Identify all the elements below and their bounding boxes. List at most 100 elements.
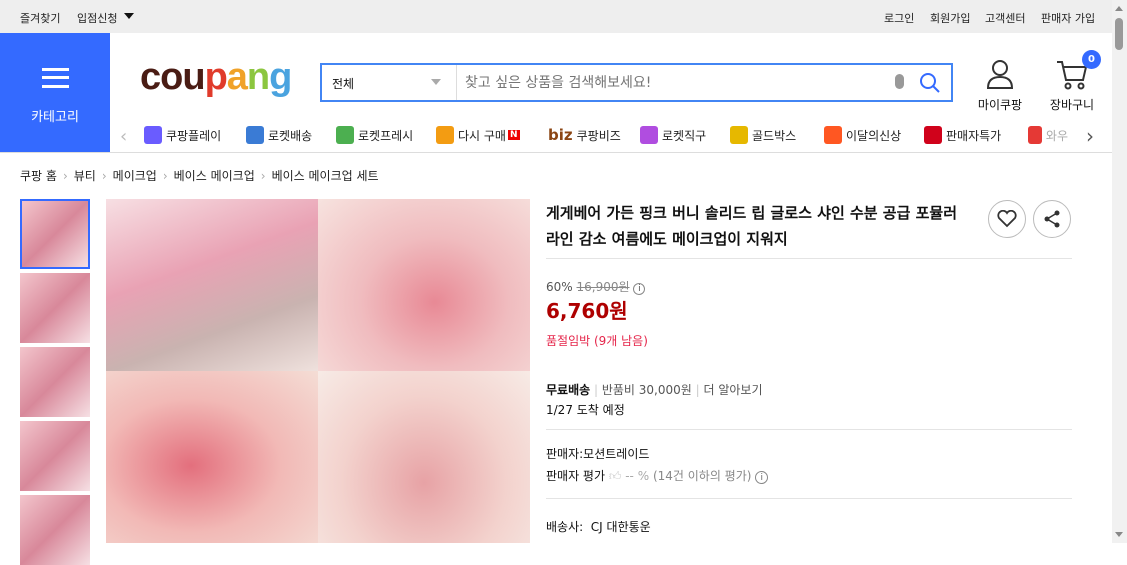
- product-main-image[interactable]: [106, 199, 530, 543]
- product-thumbnail[interactable]: [20, 273, 90, 343]
- scroll-down-icon[interactable]: [1115, 532, 1123, 537]
- nav-item[interactable]: 로켓프레시: [336, 126, 413, 144]
- learn-more-link[interactable]: 더 알아보기: [703, 383, 762, 397]
- scroll-up-icon[interactable]: [1115, 6, 1123, 11]
- nav-prev-icon[interactable]: ‹: [120, 126, 127, 147]
- nav-item-label: 로켓프레시: [358, 128, 414, 143]
- nav-item[interactable]: 쿠팡플레이: [144, 126, 221, 144]
- menu-icon: [42, 68, 69, 88]
- nav-item[interactable]: 와우: [1028, 126, 1068, 144]
- cart-count-badge: 0: [1082, 50, 1101, 69]
- signup-link[interactable]: 회원가입: [930, 10, 970, 26]
- swatch-photo: [318, 199, 530, 371]
- original-price: 16,900원: [576, 280, 630, 294]
- chevron-right-icon: ›: [260, 169, 266, 183]
- return-fee: 반품비 30,000원: [601, 383, 692, 397]
- category-button[interactable]: 카테고리: [0, 33, 110, 152]
- stock-status: 품절임박 (9개 남음): [546, 334, 648, 348]
- scrollbar-thumb[interactable]: [1115, 18, 1123, 50]
- nav-item[interactable]: 다시 구매 N: [436, 126, 520, 144]
- nav-item[interactable]: 로켓직구: [640, 126, 706, 144]
- nav-item-label: 로켓직구: [662, 128, 707, 143]
- nav-item-label: 와우: [1045, 128, 1068, 143]
- scrollbar[interactable]: [1112, 0, 1127, 543]
- bookmark-link[interactable]: 즐겨찾기: [20, 10, 60, 26]
- chevron-right-icon: ›: [62, 169, 68, 183]
- nav-item[interactable]: biz 쿠팡비즈: [548, 126, 621, 144]
- nav-item-icon: [336, 126, 354, 144]
- info-icon[interactable]: i: [633, 283, 646, 295]
- chevron-down-icon: [431, 79, 441, 85]
- microphone-icon[interactable]: [895, 74, 904, 89]
- heart-icon: [997, 210, 1017, 228]
- search-scope-value: 전체: [332, 77, 355, 91]
- search-icon[interactable]: [919, 72, 941, 94]
- nav-item-label: 쿠팡비즈: [576, 128, 621, 143]
- seller-signup-link[interactable]: 판매자 가입: [1041, 10, 1095, 26]
- nav-item-icon: [924, 126, 942, 144]
- nav-item-icon: [246, 126, 264, 144]
- nav-item-icon: [1028, 126, 1042, 144]
- breadcrumb-link[interactable]: 뷰티: [74, 169, 96, 183]
- my-coupang-button[interactable]: 마이쿠팡: [976, 58, 1024, 113]
- divider: [546, 429, 1072, 430]
- info-icon[interactable]: i: [755, 471, 769, 484]
- my-coupang-label: 마이쿠팡: [977, 98, 1023, 112]
- product-title: 게게베어 가든 핑크 버니 솔리드 립 글로스 샤인 수분 공급 포뮬러 라인 …: [546, 204, 958, 248]
- new-badge: N: [507, 130, 520, 140]
- free-shipping: 무료배송: [546, 383, 591, 397]
- category-label: 카테고리: [31, 110, 79, 125]
- nav-item[interactable]: 골드박스: [730, 126, 796, 144]
- coupang-logo[interactable]: coupang: [140, 56, 292, 99]
- share-icon: [1044, 210, 1060, 228]
- search-scope-select[interactable]: 전체: [322, 65, 457, 100]
- search-input[interactable]: [465, 71, 885, 95]
- nav-next-icon[interactable]: ›: [1086, 124, 1094, 148]
- nav-item-icon: [730, 126, 748, 144]
- cart-label: 장바구니: [1049, 98, 1095, 112]
- discount-rate: 60%: [546, 280, 573, 294]
- sale-price: 6,760원: [546, 299, 628, 323]
- login-link[interactable]: 로그인: [884, 10, 914, 26]
- arrival-date: 1/27 도착 예정: [546, 403, 625, 417]
- divider: [546, 258, 1072, 259]
- breadcrumb-link[interactable]: 메이크업: [113, 169, 157, 183]
- breadcrumb: 쿠팡 홈 › 뷰티 › 메이크업 › 베이스 메이크업 › 베이스 메이크업 세트: [20, 167, 379, 184]
- seller-rating: -- %: [625, 469, 650, 483]
- nav-item-label: 골드박스: [752, 128, 797, 143]
- nav-item[interactable]: 로켓배송: [246, 126, 312, 144]
- nav-item[interactable]: 이달의신상: [824, 126, 901, 144]
- nav-item-label: 판매자특가: [946, 128, 1002, 143]
- breadcrumb-link[interactable]: 쿠팡 홈: [20, 169, 57, 183]
- product-thumbnail[interactable]: [20, 421, 90, 491]
- nav-item-icon: [436, 126, 454, 144]
- lipstick-photo: [106, 199, 318, 371]
- share-button[interactable]: [1033, 200, 1071, 238]
- product-thumbnail[interactable]: [20, 199, 90, 269]
- product-thumbnail[interactable]: [20, 347, 90, 417]
- caret-down-icon: [124, 13, 134, 19]
- nav-item-label: 다시 구매: [458, 128, 506, 143]
- nav-item-icon: [824, 126, 842, 144]
- product-thumbnail[interactable]: [20, 495, 90, 565]
- wishlist-button[interactable]: [988, 200, 1026, 238]
- seller-apply-link[interactable]: 입점신청: [77, 10, 117, 26]
- nav-item-icon: [640, 126, 658, 144]
- divider: [546, 498, 1072, 499]
- chevron-right-icon: ›: [162, 169, 168, 183]
- swatch-photo-2: [106, 371, 318, 543]
- seller-name[interactable]: 판매자:모션트레이드: [546, 445, 649, 462]
- customer-center-link[interactable]: 고객센터: [985, 10, 1025, 26]
- user-icon: [986, 60, 1014, 89]
- nav-item[interactable]: 판매자특가: [924, 126, 1001, 144]
- nav-item-icon: biz: [548, 126, 573, 144]
- nav-item-icon: [144, 126, 162, 144]
- breadcrumb-link[interactable]: 베이스 메이크업 세트: [272, 169, 379, 183]
- breadcrumb-link[interactable]: 베이스 메이크업: [174, 169, 255, 183]
- nav-item-label: 이달의신상: [846, 128, 902, 143]
- seller-rating-label: 판매자 평가: [546, 469, 606, 483]
- lips-photo: [318, 371, 530, 543]
- divider: [0, 152, 1112, 153]
- carrier: 배송사: CJ 대한통운: [546, 520, 651, 534]
- nav-item-label: 쿠팡플레이: [166, 128, 222, 143]
